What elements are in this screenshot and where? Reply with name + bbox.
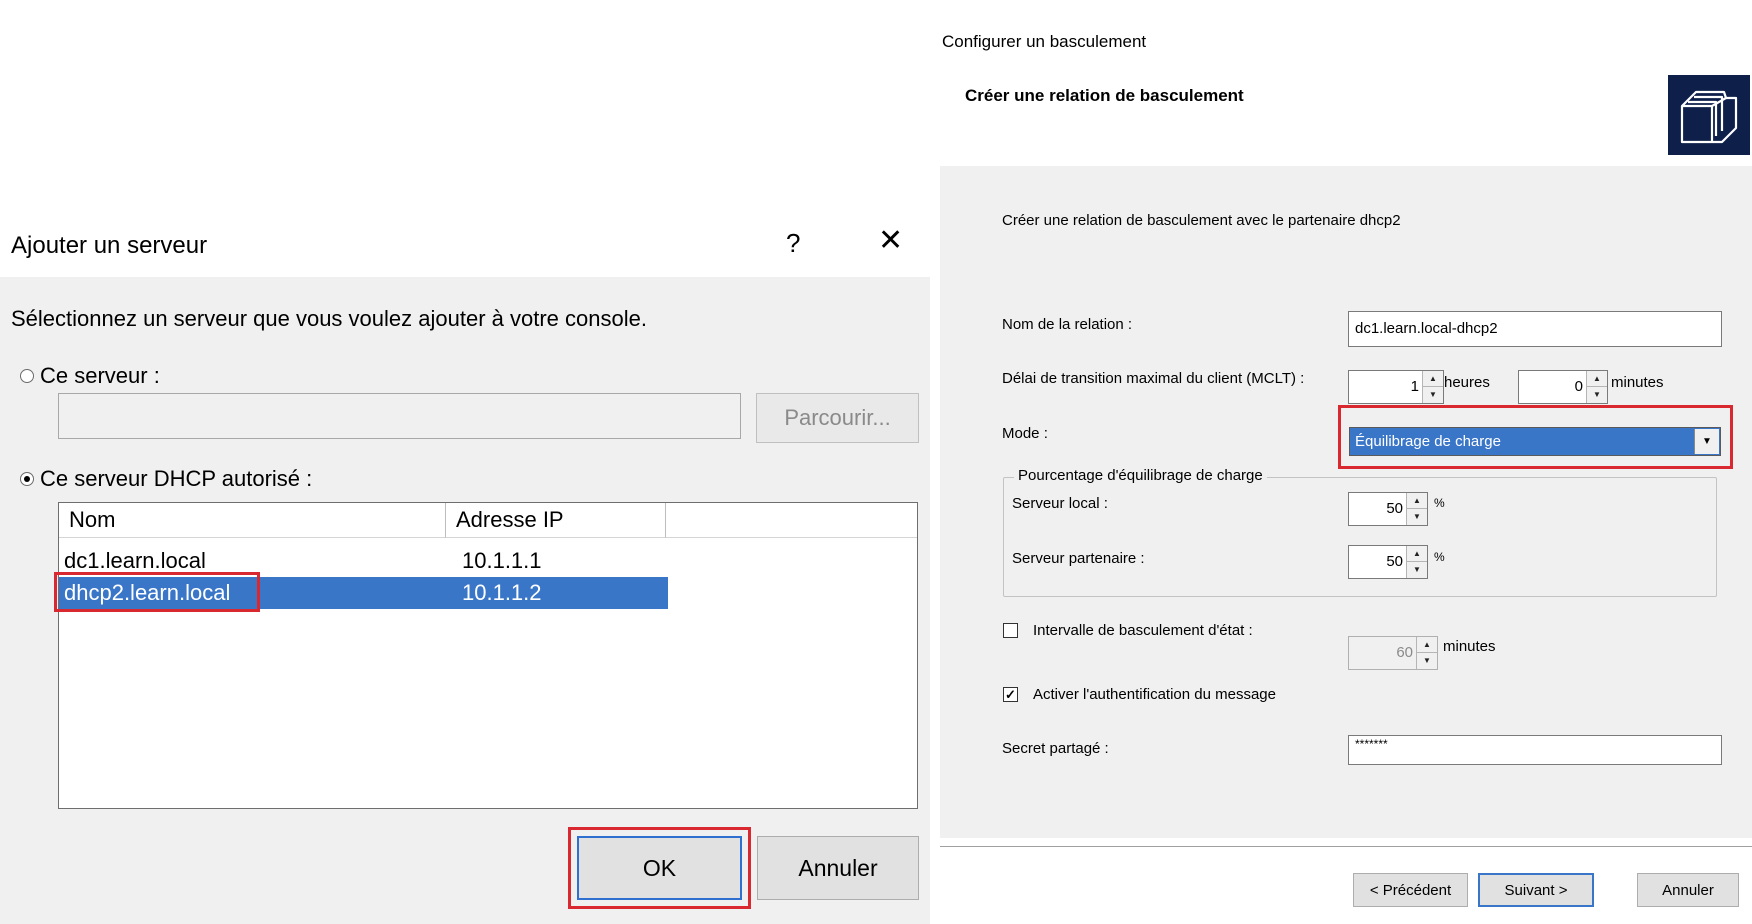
shared-secret-label: Secret partagé : bbox=[1002, 740, 1109, 757]
wizard-header-title: Créer une relation de basculement bbox=[965, 86, 1244, 105]
authorized-dhcp-radio[interactable] bbox=[20, 472, 34, 486]
spin-up-icon[interactable]: ▲ bbox=[1423, 371, 1443, 387]
browse-button[interactable]: Parcourir... bbox=[756, 393, 919, 443]
mclt-minutes-spinner[interactable]: 0 ▲ ▼ bbox=[1518, 370, 1608, 404]
this-server-radio[interactable] bbox=[20, 369, 34, 383]
local-server-label: Serveur local : bbox=[1012, 495, 1108, 512]
state-minutes-label: minutes bbox=[1443, 638, 1496, 655]
spinner-value: 60 bbox=[1396, 644, 1413, 661]
previous-button[interactable]: < Précédent bbox=[1353, 873, 1468, 907]
message-auth-checkbox[interactable]: ✓ bbox=[1003, 687, 1018, 702]
minutes-label: minutes bbox=[1611, 374, 1664, 391]
shared-secret-input[interactable]: ******* bbox=[1348, 735, 1722, 765]
spin-up-icon[interactable]: ▲ bbox=[1407, 546, 1427, 562]
mode-label: Mode : bbox=[1002, 425, 1048, 442]
help-icon[interactable]: ? bbox=[786, 228, 800, 259]
relation-name-input[interactable]: dc1.learn.local-dhcp2 bbox=[1348, 311, 1722, 347]
spin-down-icon[interactable]: ▼ bbox=[1407, 509, 1427, 525]
highlight-box bbox=[568, 827, 751, 909]
spin-up-icon[interactable]: ▲ bbox=[1587, 371, 1607, 387]
authorized-dhcp-label[interactable]: Ce serveur DHCP autorisé : bbox=[40, 466, 312, 492]
partner-server-percent-spinner[interactable]: 50 ▲ ▼ bbox=[1348, 545, 1428, 579]
cancel-button[interactable]: Annuler bbox=[757, 836, 919, 900]
wizard-window-title: Configurer un basculement bbox=[942, 32, 1147, 51]
server-ip-cell: 10.1.1.2 bbox=[462, 580, 542, 605]
close-icon[interactable]: ✕ bbox=[878, 226, 903, 256]
column-header-name[interactable]: Nom bbox=[59, 503, 446, 538]
mclt-label: Délai de transition maximal du client (M… bbox=[1002, 370, 1305, 387]
mclt-hours-spinner[interactable]: 1 ▲ ▼ bbox=[1348, 370, 1444, 404]
message-auth-label[interactable]: Activer l'authentification du message bbox=[1033, 686, 1276, 703]
column-header-ip[interactable]: Adresse IP bbox=[446, 503, 666, 538]
this-server-label[interactable]: Ce serveur : bbox=[40, 363, 160, 389]
highlight-box bbox=[1338, 405, 1733, 469]
spin-down-icon[interactable]: ▼ bbox=[1417, 653, 1437, 669]
highlight-box bbox=[54, 572, 260, 612]
partner-server-label: Serveur partenaire : bbox=[1012, 550, 1145, 567]
spin-up-icon[interactable]: ▲ bbox=[1417, 637, 1437, 653]
dialog-title: Ajouter un serveur bbox=[11, 232, 208, 259]
spinner-value: 50 bbox=[1386, 500, 1403, 517]
relation-name-label: Nom de la relation : bbox=[1002, 316, 1133, 333]
column-header-empty[interactable] bbox=[666, 503, 917, 538]
hours-label: heures bbox=[1444, 374, 1490, 391]
wizard-folders-icon bbox=[1668, 75, 1750, 155]
spinner-value: 50 bbox=[1386, 553, 1403, 570]
spin-down-icon[interactable]: ▼ bbox=[1407, 562, 1427, 578]
footer-divider bbox=[940, 846, 1752, 847]
cancel-button[interactable]: Annuler bbox=[1637, 873, 1739, 907]
next-button[interactable]: Suivant > bbox=[1478, 873, 1594, 907]
state-interval-checkbox[interactable] bbox=[1003, 623, 1018, 638]
local-server-percent-spinner[interactable]: 50 ▲ ▼ bbox=[1348, 492, 1428, 526]
state-interval-spinner[interactable]: 60 ▲ ▼ bbox=[1348, 636, 1438, 670]
percent-sign: % bbox=[1434, 550, 1445, 564]
percent-sign: % bbox=[1434, 496, 1445, 510]
spinner-value: 0 bbox=[1574, 378, 1583, 395]
server-name-input[interactable] bbox=[58, 393, 741, 439]
spin-up-icon[interactable]: ▲ bbox=[1407, 493, 1427, 509]
spinner-value: 1 bbox=[1410, 378, 1419, 395]
folders-icon bbox=[1680, 90, 1738, 144]
state-interval-label[interactable]: Intervalle de basculement d'état : bbox=[1033, 622, 1253, 639]
spin-down-icon[interactable]: ▼ bbox=[1423, 387, 1443, 403]
instruction-text: Sélectionnez un serveur que vous voulez … bbox=[11, 306, 647, 331]
partner-description: Créer une relation de basculement avec l… bbox=[1002, 212, 1401, 229]
server-ip-cell: 10.1.1.1 bbox=[462, 548, 542, 573]
load-balance-group-title: Pourcentage d'équilibrage de charge bbox=[1014, 467, 1267, 484]
server-list[interactable]: Nom Adresse IP dc1.learn.local 10.1.1.1 … bbox=[58, 502, 918, 809]
spin-down-icon[interactable]: ▼ bbox=[1587, 387, 1607, 403]
